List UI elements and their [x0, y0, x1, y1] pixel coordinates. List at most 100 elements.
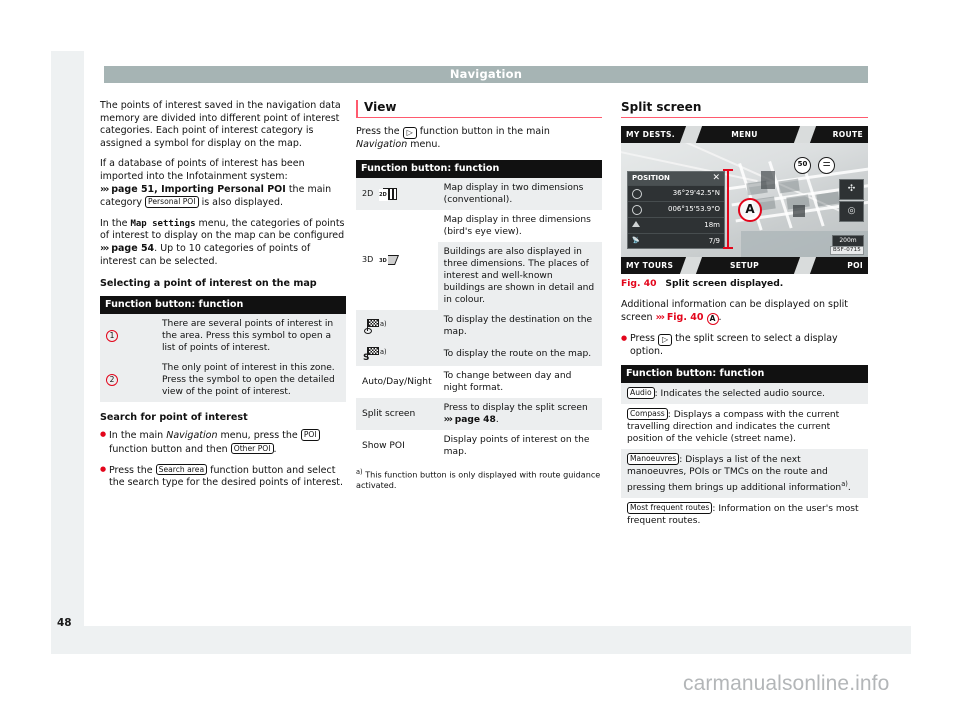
flag-base-ring [364, 327, 372, 334]
play-button-glyph-icon[interactable]: ▷ [658, 333, 673, 346]
split-screen-paragraph: Additional information can be displayed … [621, 299, 868, 325]
footnote-ref: a) [841, 480, 848, 489]
function-button-compass[interactable]: Compass [627, 408, 668, 420]
bullet1-text-c: function button and then [109, 443, 228, 455]
xref-fig-40[interactable]: ››› Fig. 40 [656, 312, 704, 323]
nav-bottom-bar: MY TOURS SETUP POI [621, 257, 868, 274]
function-button-manoeuvres[interactable]: Manoeuvres [627, 453, 680, 465]
callout-label-a: A [738, 198, 762, 222]
table-row: Compass: Displays a compass with the cur… [621, 404, 868, 450]
function-button-audio[interactable]: Audio [627, 387, 655, 399]
position-panel[interactable]: POSITION ✕ 36°29'42.5"N 006°15'53.9"O 18… [627, 171, 725, 249]
play-button-glyph-icon[interactable]: ▷ [402, 127, 417, 139]
position-row: 006°15'53.9"O [628, 201, 724, 217]
map-landmark [761, 171, 775, 189]
flag-base-curve: S [363, 352, 370, 363]
description-tail: . [847, 483, 851, 494]
map-center-button[interactable]: ◎ [839, 201, 864, 222]
table-row: S a) To display the route on the map. [356, 341, 602, 366]
xref-label: page 48 [454, 414, 496, 425]
altitude-value: 18m [704, 221, 720, 229]
table-row: Most frequent routes: Information on the… [621, 498, 868, 532]
intro-paragraph-2: If a database of points of interest has … [100, 158, 346, 209]
xref-page-51[interactable]: ››› page 51, Importing Personal POI [100, 184, 286, 195]
xref-page-54[interactable]: ››› page 54 [100, 243, 154, 254]
nav-button-route[interactable]: ROUTE [833, 126, 863, 143]
function-description: Display points of interest on the map. [437, 429, 602, 462]
gps-satellites-value: 7/9 [708, 237, 720, 245]
function-key-cell[interactable]: S a) [356, 341, 438, 366]
navigation-screen-image: 50 ⚌ ✣ ◎ 200m POSITION ✕ 36°29'42.5"N 00… [621, 126, 868, 274]
leader-tick-bottom [723, 247, 733, 249]
menu-name-navigation: Navigation [356, 139, 408, 150]
right-column: Split screen 50 ⚌ ✣ ◎ 200m POSITION ✕ 36… [621, 100, 868, 536]
table-caption: Function button: function [356, 159, 602, 178]
key-label: 2D [362, 189, 374, 199]
split-para-b: . [718, 311, 722, 323]
table-caption: Function button: function [100, 295, 346, 314]
para3-text-a: In the [100, 217, 128, 229]
latitude-value: 36°29'42.5"N [672, 189, 720, 197]
destination-flag-icon [362, 318, 380, 334]
map-pan-button[interactable]: ✣ [839, 179, 864, 200]
gps-icon: 📡 [632, 237, 640, 244]
footnote-ref: a) [380, 347, 387, 356]
xref-label: Fig. 40 [666, 311, 704, 323]
map-scale-label: 200m [839, 237, 857, 244]
map-2d-icon [379, 187, 398, 201]
function-button-other-poi[interactable]: Other POI [230, 442, 274, 455]
nav-top-bar: MY DESTS. MENU ROUTE [621, 126, 868, 143]
close-icon[interactable]: ✕ [712, 172, 720, 185]
latitude-icon [632, 189, 642, 199]
view-intro-c: menu. [410, 139, 441, 150]
footnote-text: This function button is only displayed w… [356, 469, 601, 491]
altitude-icon [632, 221, 640, 227]
left-column: The points of interest saved in the navi… [100, 100, 346, 497]
function-description: To display the route on the map. [437, 341, 602, 366]
marker-cell: 2 [100, 357, 156, 402]
description-text: : Indicates the selected audio source. [654, 389, 825, 400]
xref-arrows-icon: ››› [655, 311, 665, 323]
function-key-cell[interactable]: a) [356, 309, 438, 342]
function-button-most-frequent-routes[interactable]: Most frequent routes [627, 502, 713, 514]
xref-label: page 51, Importing Personal POI [111, 183, 286, 195]
description-text: Press to display the split screen [443, 402, 588, 413]
function-description: Buildings are also displayed in three di… [437, 241, 602, 310]
function-key-cell[interactable]: 3D [356, 209, 438, 310]
map-canvas: 50 ⚌ ✣ ◎ 200m POSITION ✕ 36°29'42.5"N 00… [621, 139, 868, 257]
nav-button-menu[interactable]: MENU [621, 126, 868, 143]
function-key-cell[interactable]: Auto/Day/Night [356, 365, 438, 398]
menu-name-map-settings: Map settings [130, 218, 196, 229]
route-flag-icon: S [362, 346, 380, 362]
marker-description: There are several points of interest in … [156, 313, 346, 358]
bullet-item: Press ▷ the split screen to select a dis… [621, 332, 868, 359]
function-key-cell[interactable]: Show POI [356, 429, 438, 462]
callout-marker-1-icon: 1 [106, 329, 118, 342]
function-button-personal-poi[interactable]: Personal POI [145, 196, 199, 208]
section-heading-split-screen: Split screen [621, 100, 868, 118]
position-row: 18m [628, 217, 724, 233]
bullet-text-a: Press [630, 332, 656, 344]
table-row: Auto/Day/Night To change between day and… [356, 365, 602, 398]
key-label: 3D [362, 255, 374, 265]
table-row: 2 The only point of interest in this zon… [100, 357, 346, 402]
running-header: Navigation [104, 66, 868, 83]
function-button-poi[interactable]: POI [300, 429, 320, 441]
intro-paragraph-3: In the Map settings menu, the categories… [100, 218, 346, 268]
speed-limit-sign-icon: 50 [794, 157, 811, 174]
nav-button-setup[interactable]: SETUP [621, 257, 868, 274]
function-button-search-area[interactable]: Search area [155, 463, 208, 475]
function-key-cell[interactable]: Split screen [356, 397, 438, 430]
figure-code-tag: B5F-0715 [829, 246, 864, 255]
footnote-marker: a) [356, 467, 363, 476]
xref-page-48[interactable]: ››› page 48 [444, 414, 496, 425]
footnote-ref: a) [380, 319, 387, 328]
figure-caption-text: Split screen displayed. [665, 278, 784, 289]
function-description: Audio: Indicates the selected audio sour… [621, 383, 868, 405]
table-row: 2D Map display in two dimensions (conven… [356, 177, 602, 210]
bullet-item: In the main Navigation menu, press the P… [100, 428, 346, 456]
function-description: To display the destination on the map. [437, 309, 602, 342]
nav-button-poi[interactable]: POI [847, 257, 863, 274]
view-intro-b: function button in the main [419, 126, 550, 137]
function-key-cell[interactable]: 2D [356, 177, 438, 210]
